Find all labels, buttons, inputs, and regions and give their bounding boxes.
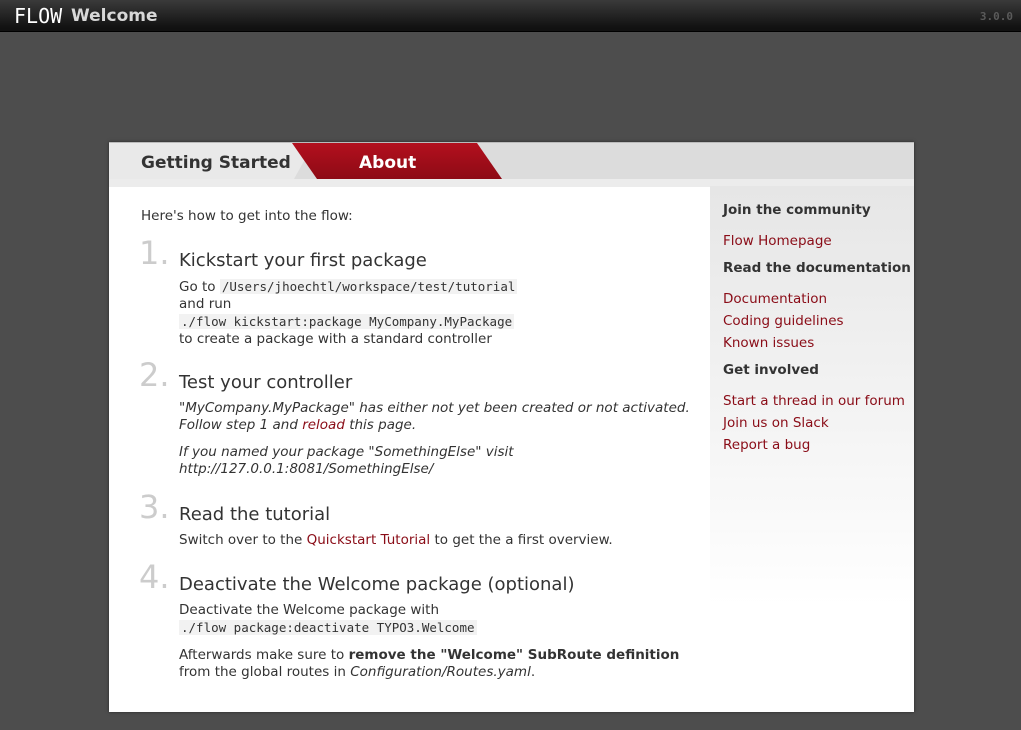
package-url: http://127.0.0.1:8081/SomethingElse/ (179, 461, 434, 477)
tab-bar: Getting Started About (109, 142, 914, 187)
link-slack[interactable]: Join us on Slack (723, 412, 914, 434)
step-text: If you named your package "SomethingElse… (179, 444, 514, 460)
app-title: Welcome (71, 6, 158, 26)
sidebar-group-involved: Get involved Start a thread in our forum… (723, 362, 914, 456)
intro-text: Here's how to get into the flow: (141, 208, 353, 224)
step-number: 3. (139, 488, 170, 526)
version-label: 3.0.0 (979, 10, 1013, 23)
step-text: this page. (349, 417, 417, 433)
project-path: /Users/jhoechtl/workspace/test/tutorial (219, 279, 518, 294)
step-body: "MyCompany.MyPackage" has either not yet… (179, 400, 690, 478)
link-forum-thread[interactable]: Start a thread in our forum (723, 390, 914, 412)
tab-getting-started-label: Getting Started (141, 153, 291, 173)
kickstart-command: ./flow kickstart:package MyCompany.MyPac… (179, 314, 515, 329)
flow-logo: FLOW (14, 4, 63, 28)
reload-link[interactable]: reload (302, 417, 345, 433)
step-number: 1. (139, 234, 170, 272)
step-text: Deactivate the Welcome package with (179, 602, 440, 618)
main-content: Here's how to get into the flow: 1. Kick… (130, 196, 709, 680)
deactivate-command: ./flow package:deactivate TYPO3.Welcome (179, 620, 477, 635)
step-text: to create a package with a standard cont… (179, 331, 492, 347)
step-text: and run (179, 296, 232, 312)
quickstart-tutorial-link[interactable]: Quickstart Tutorial (307, 532, 431, 548)
routes-file: Configuration/Routes.yaml (350, 664, 531, 680)
top-bar: FLOW Welcome 3.0.0 (0, 0, 1021, 32)
sidebar: Join the community Flow Homepage Read th… (710, 186, 914, 606)
tab-about[interactable]: About (292, 143, 502, 179)
link-coding-guidelines[interactable]: Coding guidelines (723, 310, 914, 332)
tab-getting-started[interactable]: Getting Started (109, 143, 314, 179)
step-text: from the global routes in (179, 664, 346, 680)
step-text: . (530, 664, 536, 680)
tab-about-label: About (359, 153, 417, 173)
package-notice: "MyCompany.MyPackage" has either not yet… (179, 400, 690, 416)
step-title: Read the tutorial (179, 504, 331, 525)
step-title: Deactivate the Welcome package (optional… (179, 574, 575, 595)
sidebar-group-documentation: Read the documentation Documentation Cod… (723, 260, 914, 354)
sidebar-heading: Read the documentation (723, 260, 911, 276)
welcome-panel: Getting Started About Join the community… (109, 142, 914, 712)
sidebar-heading: Join the community (723, 202, 871, 218)
sidebar-group-community: Join the community Flow Homepage (723, 202, 914, 252)
sidebar-heading: Get involved (723, 362, 819, 378)
step-number: 2. (139, 356, 170, 394)
step-body: Go to /Users/jhoechtl/workspace/test/tut… (179, 278, 518, 348)
link-documentation[interactable]: Documentation (723, 288, 914, 310)
subroute-warning: remove the "Welcome" SubRoute definition (348, 647, 680, 663)
step-title: Test your controller (179, 372, 353, 393)
step-text: Follow step 1 and (179, 417, 298, 433)
link-flow-homepage[interactable]: Flow Homepage (723, 230, 914, 252)
step-text: Go to (179, 279, 216, 295)
step-body: Deactivate the Welcome package with ./fl… (179, 602, 699, 681)
link-known-issues[interactable]: Known issues (723, 332, 914, 354)
link-report-bug[interactable]: Report a bug (723, 434, 914, 456)
step-text: Afterwards make sure to (179, 647, 345, 663)
step-text: to get the a first overview. (434, 532, 613, 548)
step-number: 4. (139, 558, 170, 596)
step-body: Switch over to the Quickstart Tutorial t… (179, 532, 613, 549)
step-text: Switch over to the (179, 532, 303, 548)
step-title: Kickstart your first package (179, 250, 427, 271)
